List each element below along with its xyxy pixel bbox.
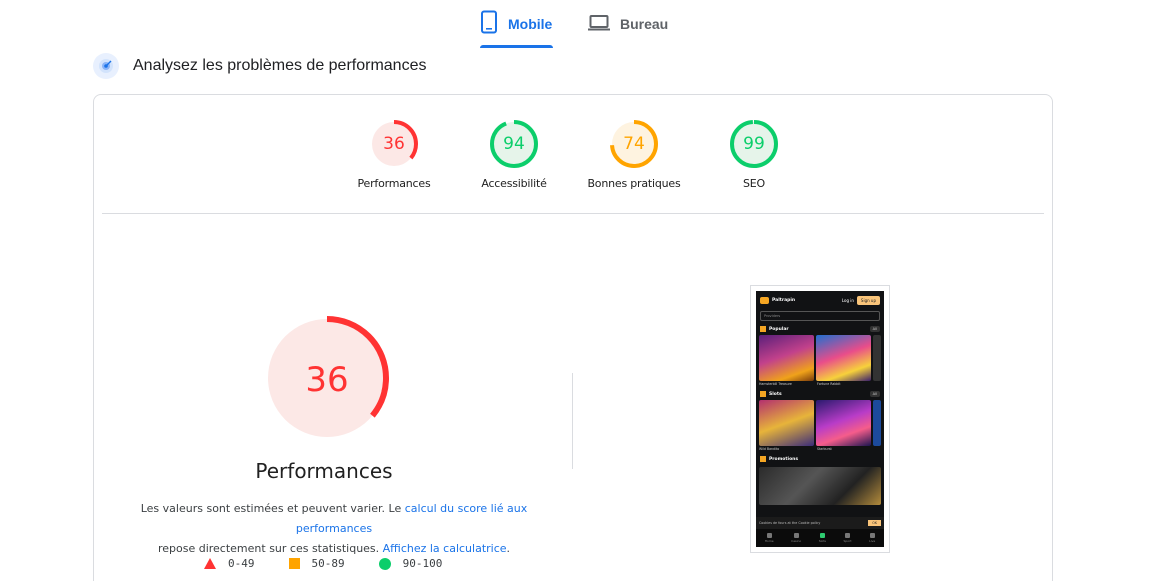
live-icon [869,533,875,538]
performance-main-score: 36 [305,360,348,400]
gauge-best-practices-label: Bonnes pratiques [587,177,681,190]
game-tile [759,335,815,381]
square-icon [288,558,300,569]
triangle-icon [204,558,216,569]
preview-section-popular-label: Popular [769,326,789,332]
gauge-best-practices-value: 74 [623,134,645,154]
preview-signup: Sign up [856,295,880,305]
lighthouse-icon [93,53,119,79]
tab-mobile-label: Mobile [508,16,553,32]
gauge-seo-ring: 99 [730,120,778,168]
legend-average-range: 50-89 [311,557,345,570]
home-icon [766,533,772,538]
gauge-accessibility-label: Accessibilité [481,177,547,190]
calculator-link[interactable]: Affichez la calculatrice [383,542,507,555]
preview-cookie-text: Cookies de fours at the Cookie policy [759,521,821,525]
preview-popular-captions: Hamsterbill Treasure Fortune Rabbit [756,381,884,388]
score-legend: 0-49 50-89 90-100 [204,557,442,570]
slots-icon [760,391,766,397]
preview-all-popular: All [869,326,880,332]
nav-item: Sport [844,533,852,543]
preview-section-promotions: Promotions [756,453,884,465]
nav-item: Live [869,533,875,543]
preview-cookie-banner: Cookies de fours at the Cookie policy OK [756,517,884,529]
gauge-seo-value: 99 [743,134,765,154]
description-text-3: . [506,542,511,555]
gauge-seo[interactable]: 99 SEO [694,119,814,190]
game-caption: Wild Bandito [759,447,780,451]
game-caption: Fortune Rabbit [817,382,841,386]
legend-average: 50-89 [288,557,345,570]
performance-main-gauge: 36 [262,313,392,443]
promotions-icon [760,456,766,462]
game-tile [759,400,815,446]
preview-section-slots: Slots All [756,388,884,400]
description-text-1: Les valeurs sont estimées et peuvent var… [140,502,405,515]
preview-section-popular: Popular All [756,323,884,335]
tab-mobile[interactable]: Mobile [480,10,554,48]
gauge-accessibility[interactable]: 94 Accessibilité [454,119,574,190]
preview-section-promotions-label: Promotions [769,456,799,462]
gauge-seo-label: SEO [743,177,765,190]
preview-bottom-nav: Home Casino Slots Sport Live [756,529,884,547]
gauge-performance-label: Performances [357,177,431,190]
phone-icon [480,10,498,39]
score-gauges: 36 Performances 94 Accessibilité 74 Bonn… [94,119,1052,199]
tab-desktop[interactable]: Bureau [588,10,680,48]
sport-icon [845,533,851,538]
circle-icon [378,557,391,570]
section-heading-text: Analysez les problèmes de performances [133,57,427,74]
report-card: 36 Performances 94 Accessibilité 74 Bonn… [93,94,1053,581]
preview-section-slots-label: Slots [769,391,782,397]
gauge-performance-ring: 36 [370,120,418,168]
vertical-separator [572,373,573,469]
preview-brand: Paltrapin [772,297,796,303]
gauge-performance-value: 36 [383,134,405,154]
legend-fail: 0-49 [204,557,255,570]
nav-item: Slots [819,533,826,543]
game-tile [873,400,881,446]
preview-all-slots: All [869,391,880,397]
score-description: Les valeurs sont estimées et peuvent var… [114,499,554,559]
popular-icon [760,326,766,332]
preview-slots-row [756,400,884,446]
legend-pass: 90-100 [378,557,443,570]
mobile-screen-preview: Paltrapin Log in Sign up Providers Popul… [756,291,884,547]
preview-login: Log in [841,297,854,303]
legend-pass-range: 90-100 [402,557,443,570]
gauges-divider [102,213,1044,214]
nav-item: Home [765,533,774,543]
description-text-2: repose directement sur ces statistiques. [157,542,383,555]
preview-cookie-ok: OK [868,520,881,526]
gauge-accessibility-ring: 94 [490,120,538,168]
gauge-best-practices-ring: 74 [610,120,658,168]
preview-popular-row [756,335,884,381]
legend-fail-range: 0-49 [228,557,255,570]
tab-desktop-label: Bureau [620,16,669,32]
game-tile [873,335,881,381]
preview-search: Providers [760,311,880,321]
preview-slots-captions: Wild Bandito Starburst [756,446,884,453]
laptop-icon [588,10,610,39]
device-tabs: Mobile Bureau [0,0,1162,48]
preview-search-text: Providers [764,314,781,318]
page-screenshot: Paltrapin Log in Sign up Providers Popul… [750,285,890,553]
brand-logo-icon [760,296,769,304]
game-caption: Hamsterbill Treasure [759,382,792,386]
preview-header: Paltrapin Log in Sign up [756,291,884,309]
gauge-accessibility-value: 94 [503,134,525,154]
game-tile [816,400,872,446]
nav-item: Casino [791,533,801,543]
active-tab-indicator [480,45,553,48]
game-tile [816,335,872,381]
gauge-best-practices[interactable]: 74 Bonnes pratiques [574,119,694,190]
slots-icon [819,533,825,538]
section-heading: Analysez les problèmes de performances [93,53,426,79]
performance-main-title: Performances [255,459,393,483]
gauge-performance[interactable]: 36 Performances [334,119,454,190]
game-caption: Starburst [817,447,832,451]
promo-banner [759,467,881,505]
casino-icon [793,533,799,538]
